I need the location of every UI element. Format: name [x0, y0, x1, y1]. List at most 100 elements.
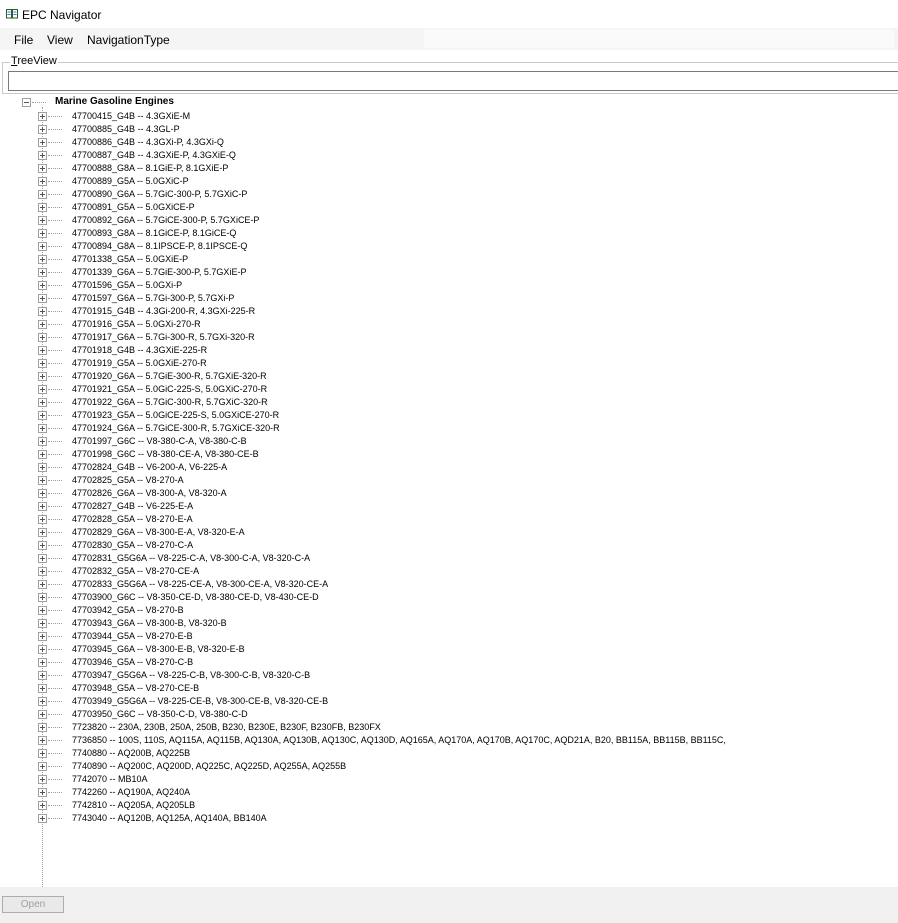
- tree-node[interactable]: 47701597_G6A -- 5.7Gi-300-P, 5.7GXi-P: [0, 291, 898, 305]
- expand-icon[interactable]: [38, 697, 47, 706]
- expand-icon[interactable]: [38, 385, 47, 394]
- tree-node[interactable]: 47702832_G5A -- V8-270-CE-A: [0, 564, 898, 578]
- expand-icon[interactable]: [38, 164, 47, 173]
- expand-icon[interactable]: [38, 762, 47, 771]
- tree-node[interactable]: 47700889_G5A -- 5.0GXiC-P: [0, 174, 898, 188]
- expand-icon[interactable]: [38, 515, 47, 524]
- expand-icon[interactable]: [38, 632, 47, 641]
- expand-icon[interactable]: [38, 398, 47, 407]
- expand-icon[interactable]: [38, 242, 47, 251]
- treeview-search-field[interactable]: [8, 71, 898, 91]
- tree-node[interactable]: 7742070 -- MB10A: [0, 772, 898, 786]
- tree-node[interactable]: 47701339_G6A -- 5.7GiE-300-P, 5.7GXiE-P: [0, 265, 898, 279]
- expand-icon[interactable]: [38, 333, 47, 342]
- tree-node[interactable]: 47701922_G6A -- 5.7GiC-300-R, 5.7GXiC-32…: [0, 395, 898, 409]
- expand-icon[interactable]: [38, 411, 47, 420]
- collapse-icon[interactable]: [22, 98, 31, 107]
- expand-icon[interactable]: [38, 645, 47, 654]
- expand-icon[interactable]: [38, 125, 47, 134]
- expand-icon[interactable]: [38, 151, 47, 160]
- expand-icon[interactable]: [38, 710, 47, 719]
- tree-node[interactable]: 47701924_G6A -- 5.7GiCE-300-R, 5.7GXiCE-…: [0, 421, 898, 435]
- expand-icon[interactable]: [38, 788, 47, 797]
- expand-icon[interactable]: [38, 203, 47, 212]
- expand-icon[interactable]: [38, 671, 47, 680]
- tree-node[interactable]: 7740880 -- AQ200B, AQ225B: [0, 746, 898, 760]
- tree-node[interactable]: 47701997_G6C -- V8-380-C-A, V8-380-C-B: [0, 434, 898, 448]
- expand-icon[interactable]: [38, 229, 47, 238]
- tree-node[interactable]: 47701923_G5A -- 5.0GiCE-225-S, 5.0GXiCE-…: [0, 408, 898, 422]
- expand-icon[interactable]: [38, 749, 47, 758]
- expand-icon[interactable]: [38, 619, 47, 628]
- tree-node[interactable]: 47702830_G5A -- V8-270-C-A: [0, 538, 898, 552]
- expand-icon[interactable]: [38, 112, 47, 121]
- tree-node[interactable]: 47701915_G4B -- 4.3Gi-200-R, 4.3GXi-225-…: [0, 304, 898, 318]
- tree-node[interactable]: 47701998_G6C -- V8-380-CE-A, V8-380-CE-B: [0, 447, 898, 461]
- expand-icon[interactable]: [38, 476, 47, 485]
- menu-navigation-type[interactable]: NavigationType: [87, 33, 170, 47]
- expand-icon[interactable]: [38, 268, 47, 277]
- expand-icon[interactable]: [38, 255, 47, 264]
- tree-node[interactable]: 47701917_G6A -- 5.7Gi-300-R, 5.7GXi-320-…: [0, 330, 898, 344]
- expand-icon[interactable]: [38, 658, 47, 667]
- tree-node[interactable]: 7736850 -- 100S, 110S, AQ115A, AQ115B, A…: [0, 733, 898, 747]
- expand-icon[interactable]: [38, 502, 47, 511]
- tree-node[interactable]: 47700885_G4B -- 4.3GL-P: [0, 122, 898, 136]
- expand-icon[interactable]: [38, 294, 47, 303]
- expand-icon[interactable]: [38, 320, 47, 329]
- tree-node[interactable]: 47703942_G5A -- V8-270-B: [0, 603, 898, 617]
- expand-icon[interactable]: [38, 801, 47, 810]
- expand-icon[interactable]: [38, 177, 47, 186]
- tree-node[interactable]: 7740890 -- AQ200C, AQ200D, AQ225C, AQ225…: [0, 759, 898, 773]
- tree-node[interactable]: 47700891_G5A -- 5.0GXiCE-P: [0, 200, 898, 214]
- tree-node[interactable]: 47701920_G6A -- 5.7GiE-300-R, 5.7GXiE-32…: [0, 369, 898, 383]
- expand-icon[interactable]: [38, 593, 47, 602]
- tree-node[interactable]: 47703944_G5A -- V8-270-E-B: [0, 629, 898, 643]
- expand-icon[interactable]: [38, 463, 47, 472]
- menu-view[interactable]: View: [47, 33, 73, 47]
- expand-icon[interactable]: [38, 190, 47, 199]
- tree-node[interactable]: 47701596_G5A -- 5.0GXi-P: [0, 278, 898, 292]
- tree-node[interactable]: 47703900_G6C -- V8-350-CE-D, V8-380-CE-D…: [0, 590, 898, 604]
- tree-node[interactable]: 47700892_G6A -- 5.7GiCE-300-P, 5.7GXiCE-…: [0, 213, 898, 227]
- tree-node[interactable]: 47700890_G6A -- 5.7GiC-300-P, 5.7GXiC-P: [0, 187, 898, 201]
- expand-icon[interactable]: [38, 307, 47, 316]
- tree-node[interactable]: 47701919_G5A -- 5.0GXiE-270-R: [0, 356, 898, 370]
- expand-icon[interactable]: [38, 606, 47, 615]
- expand-icon[interactable]: [38, 814, 47, 823]
- tree-node[interactable]: 47700887_G4B -- 4.3GXiE-P, 4.3GXiE-Q: [0, 148, 898, 162]
- expand-icon[interactable]: [38, 346, 47, 355]
- expand-icon[interactable]: [38, 567, 47, 576]
- tree-node[interactable]: 47702833_G5G6A -- V8-225-CE-A, V8-300-CE…: [0, 577, 898, 591]
- menu-file[interactable]: File: [14, 33, 33, 47]
- tree-node[interactable]: 47700893_G8A -- 8.1GiCE-P, 8.1GiCE-Q: [0, 226, 898, 240]
- tree-node[interactable]: 7723820 -- 230A, 230B, 250A, 250B, B230,…: [0, 720, 898, 734]
- tree-node[interactable]: 47703945_G6A -- V8-300-E-B, V8-320-E-B: [0, 642, 898, 656]
- expand-icon[interactable]: [38, 437, 47, 446]
- tree-node[interactable]: 47703948_G5A -- V8-270-CE-B: [0, 681, 898, 695]
- tree-node[interactable]: 47701918_G4B -- 4.3GXiE-225-R: [0, 343, 898, 357]
- tree-view[interactable]: Marine Gasoline Engines 47700415_G4B -- …: [0, 95, 898, 887]
- tree-node[interactable]: 47702828_G5A -- V8-270-E-A: [0, 512, 898, 526]
- expand-icon[interactable]: [38, 450, 47, 459]
- tree-node[interactable]: 47703949_G5G6A -- V8-225-CE-B, V8-300-CE…: [0, 694, 898, 708]
- tree-node[interactable]: 47701921_G5A -- 5.0GiC-225-S, 5.0GXiC-27…: [0, 382, 898, 396]
- tree-node[interactable]: 47702831_G5G6A -- V8-225-C-A, V8-300-C-A…: [0, 551, 898, 565]
- expand-icon[interactable]: [38, 541, 47, 550]
- expand-icon[interactable]: [38, 424, 47, 433]
- tree-node[interactable]: 47702826_G6A -- V8-300-A, V8-320-A: [0, 486, 898, 500]
- tree-node[interactable]: 47701338_G5A -- 5.0GXiE-P: [0, 252, 898, 266]
- tree-node[interactable]: 47700894_G8A -- 8.1IPSCE-P, 8.1IPSCE-Q: [0, 239, 898, 253]
- expand-icon[interactable]: [38, 580, 47, 589]
- tree-node[interactable]: 47702829_G6A -- V8-300-E-A, V8-320-E-A: [0, 525, 898, 539]
- tree-root-node[interactable]: Marine Gasoline Engines: [0, 95, 898, 109]
- tree-node[interactable]: 47702824_G4B -- V6-200-A, V6-225-A: [0, 460, 898, 474]
- open-button[interactable]: Open: [2, 896, 64, 913]
- tree-node[interactable]: 47700886_G4B -- 4.3GXi-P, 4.3GXi-Q: [0, 135, 898, 149]
- expand-icon[interactable]: [38, 489, 47, 498]
- tree-node[interactable]: 47700415_G4B -- 4.3GXiE-M: [0, 109, 898, 123]
- expand-icon[interactable]: [38, 281, 47, 290]
- expand-icon[interactable]: [38, 736, 47, 745]
- tree-node[interactable]: 7742810 -- AQ205A, AQ205LB: [0, 798, 898, 812]
- tree-node[interactable]: 47703947_G5G6A -- V8-225-C-B, V8-300-C-B…: [0, 668, 898, 682]
